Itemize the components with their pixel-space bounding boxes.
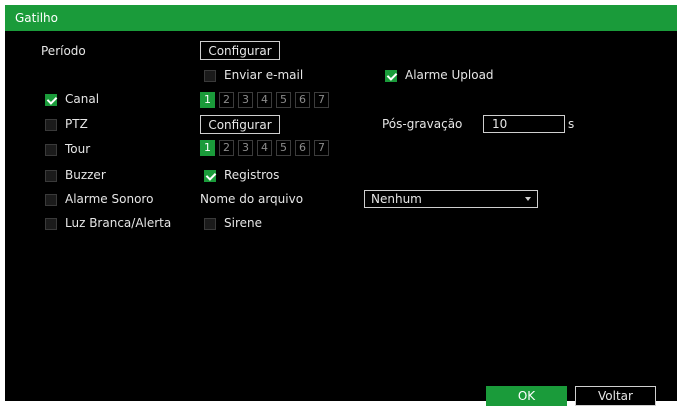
pos-gravacao-label: Pós-gravação — [382, 117, 463, 131]
back-button[interactable]: Voltar — [575, 386, 656, 406]
alarme-sonoro-checkbox[interactable] — [45, 194, 57, 206]
sirene-checkbox[interactable] — [204, 218, 216, 230]
canal-channel-5[interactable]: 5 — [276, 92, 291, 108]
nome-arquivo-select[interactable]: Nenhum — [364, 190, 538, 208]
pos-gravacao-input[interactable]: 10 — [483, 115, 565, 133]
luz-branca-label: Luz Branca/Alerta — [65, 216, 172, 230]
canal-channel-6[interactable]: 6 — [295, 92, 310, 108]
dialog-title: Gatilho — [15, 11, 58, 25]
alarme-sonoro-label: Alarme Sonoro — [65, 192, 154, 206]
registros-checkbox[interactable] — [204, 170, 216, 182]
sirene-label: Sirene — [224, 216, 262, 230]
title-bar: Gatilho — [5, 5, 677, 31]
buzzer-label: Buzzer — [65, 168, 106, 182]
tour-channel-7[interactable]: 7 — [314, 140, 329, 156]
buzzer-checkbox[interactable] — [45, 170, 57, 182]
ok-button[interactable]: OK — [486, 386, 567, 406]
canal-checkbox[interactable] — [45, 94, 57, 106]
tour-channel-2[interactable]: 2 — [219, 140, 234, 156]
canal-channel-1[interactable]: 1 — [200, 92, 215, 108]
alarme-upload-label: Alarme Upload — [405, 68, 494, 82]
tour-label: Tour — [65, 142, 91, 156]
canal-channel-3[interactable]: 3 — [238, 92, 253, 108]
alarme-upload-checkbox[interactable] — [385, 70, 397, 82]
trigger-dialog: Gatilho Período Configurar Enviar e-mail… — [5, 5, 677, 406]
tour-checkbox[interactable] — [45, 144, 57, 156]
enviar-email-checkbox[interactable] — [204, 70, 216, 82]
nome-arquivo-value: Nenhum — [371, 192, 422, 206]
registros-label: Registros — [224, 168, 280, 182]
enviar-email-label: Enviar e-mail — [224, 68, 304, 82]
tour-channel-4[interactable]: 4 — [257, 140, 272, 156]
tour-channel-6[interactable]: 6 — [295, 140, 310, 156]
ptz-label: PTZ — [65, 117, 88, 131]
canal-channel-4[interactable]: 4 — [257, 92, 272, 108]
luz-branca-checkbox[interactable] — [45, 218, 57, 230]
chevron-down-icon — [525, 197, 531, 201]
periodo-label: Período — [41, 44, 86, 58]
pos-gravacao-unit: s — [568, 117, 575, 131]
canal-channel-2[interactable]: 2 — [219, 92, 234, 108]
tour-channel-3[interactable]: 3 — [238, 140, 253, 156]
tour-channel-1[interactable]: 1 — [200, 140, 215, 156]
nome-arquivo-label: Nome do arquivo — [200, 192, 304, 206]
tour-channel-5[interactable]: 5 — [276, 140, 291, 156]
canal-channel-7[interactable]: 7 — [314, 92, 329, 108]
ptz-checkbox[interactable] — [45, 119, 57, 131]
ptz-configure-button[interactable]: Configurar — [200, 115, 280, 134]
periodo-configure-button[interactable]: Configurar — [200, 41, 280, 60]
canal-label: Canal — [65, 92, 100, 106]
